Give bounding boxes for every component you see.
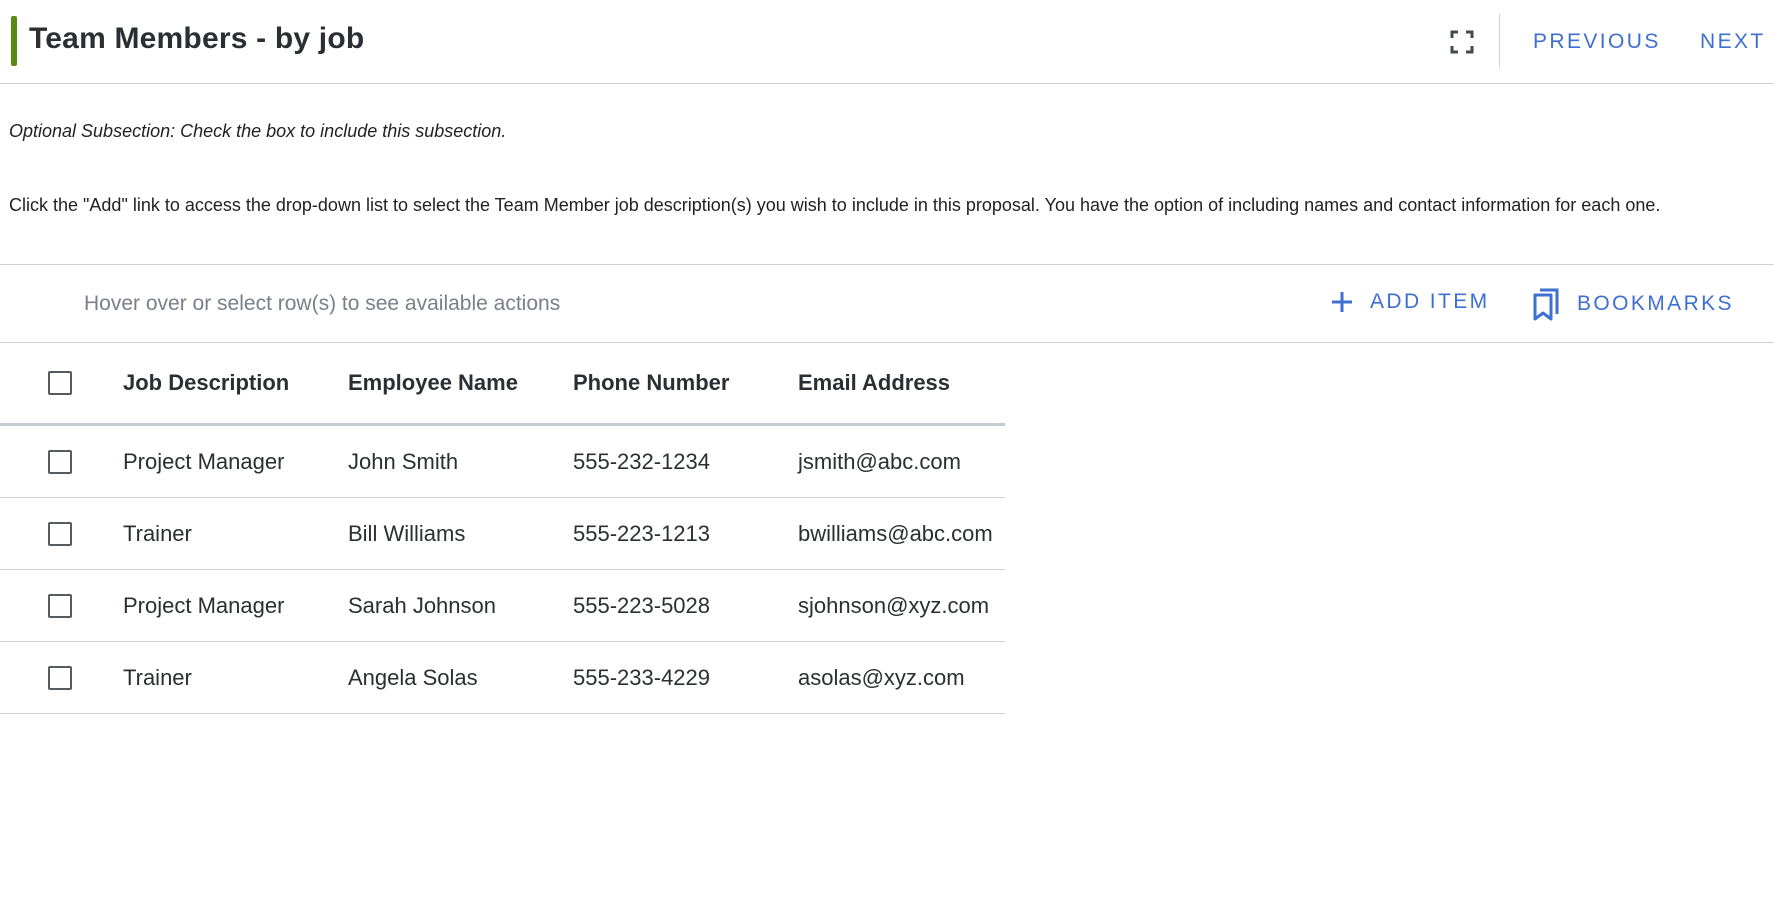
select-all-cell	[48, 343, 72, 423]
row-checkbox[interactable]	[48, 593, 72, 618]
table-row[interactable]: Trainer Angela Solas 555-233-4229 asolas…	[0, 642, 1005, 714]
employee-name-cell: Bill Williams	[348, 520, 466, 546]
next-button[interactable]: NEXT	[1700, 30, 1766, 54]
table-row[interactable]: Trainer Bill Williams 555-223-1213 bwill…	[0, 498, 1005, 570]
employee-name-cell: John Smith	[348, 448, 459, 474]
bookmarks-button[interactable]: BOOKMARKS	[1531, 287, 1734, 321]
instructions-text: Click the "Add" link to access the drop-…	[9, 195, 1661, 215]
page-header: Team Members - by job PREVIOUS NEXT	[0, 0, 1774, 84]
add-item-button[interactable]: ADD ITEM	[1330, 290, 1490, 314]
job-description-cell: Project Manager	[123, 448, 285, 474]
job-description-cell: Trainer	[123, 664, 192, 690]
plus-icon	[1332, 292, 1352, 312]
row-check-cell	[48, 426, 72, 497]
title-accent-bar	[11, 16, 17, 66]
email-address-cell: asolas@xyz.com	[798, 664, 965, 690]
job-description-cell: Project Manager	[123, 592, 285, 618]
phone-number-cell: 555-223-1213	[573, 520, 711, 546]
previous-button[interactable]: PREVIOUS	[1533, 30, 1661, 54]
add-item-label: ADD ITEM	[1370, 290, 1490, 313]
bookmarks-label: BOOKMARKS	[1577, 292, 1734, 315]
column-header-employee[interactable]: Employee Name	[348, 343, 518, 423]
optional-subsection-note: Optional Subsection: Check the box to in…	[9, 121, 507, 141]
row-checkbox[interactable]	[48, 665, 72, 690]
toolbar-hint: Hover over or select row(s) to see avail…	[84, 292, 561, 315]
phone-number-cell: 555-223-5028	[573, 592, 711, 618]
email-address-cell: jsmith@abc.com	[798, 448, 961, 474]
email-address-cell: sjohnson@xyz.com	[798, 592, 990, 618]
column-header-phone[interactable]: Phone Number	[573, 343, 729, 423]
page-title: Team Members - by job	[29, 22, 365, 55]
table-header: Job Description Employee Name Phone Numb…	[0, 343, 1005, 426]
table-row[interactable]: Project Manager John Smith 555-232-1234 …	[0, 426, 1005, 498]
row-checkbox[interactable]	[48, 449, 72, 474]
job-description-cell: Trainer	[123, 520, 192, 546]
employee-name-cell: Angela Solas	[348, 664, 478, 690]
phone-number-cell: 555-233-4229	[573, 664, 711, 690]
table-row[interactable]: Project Manager Sarah Johnson 555-223-50…	[0, 570, 1005, 642]
column-header-job[interactable]: Job Description	[123, 343, 289, 423]
row-check-cell	[48, 570, 72, 641]
row-check-cell	[48, 642, 72, 713]
employee-name-cell: Sarah Johnson	[348, 592, 496, 618]
header-divider	[1499, 14, 1500, 68]
bookmarks-icon	[1533, 288, 1559, 321]
email-address-cell: bwilliams@abc.com	[798, 520, 993, 546]
row-check-cell	[48, 498, 72, 569]
row-checkbox[interactable]	[48, 521, 72, 546]
team-members-table: Job Description Employee Name Phone Numb…	[0, 343, 1005, 714]
column-header-email[interactable]: Email Address	[798, 343, 950, 423]
fullscreen-icon[interactable]	[1448, 28, 1476, 56]
select-all-checkbox[interactable]	[48, 371, 72, 395]
phone-number-cell: 555-232-1234	[573, 448, 711, 474]
table-toolbar: Hover over or select row(s) to see avail…	[0, 264, 1774, 343]
